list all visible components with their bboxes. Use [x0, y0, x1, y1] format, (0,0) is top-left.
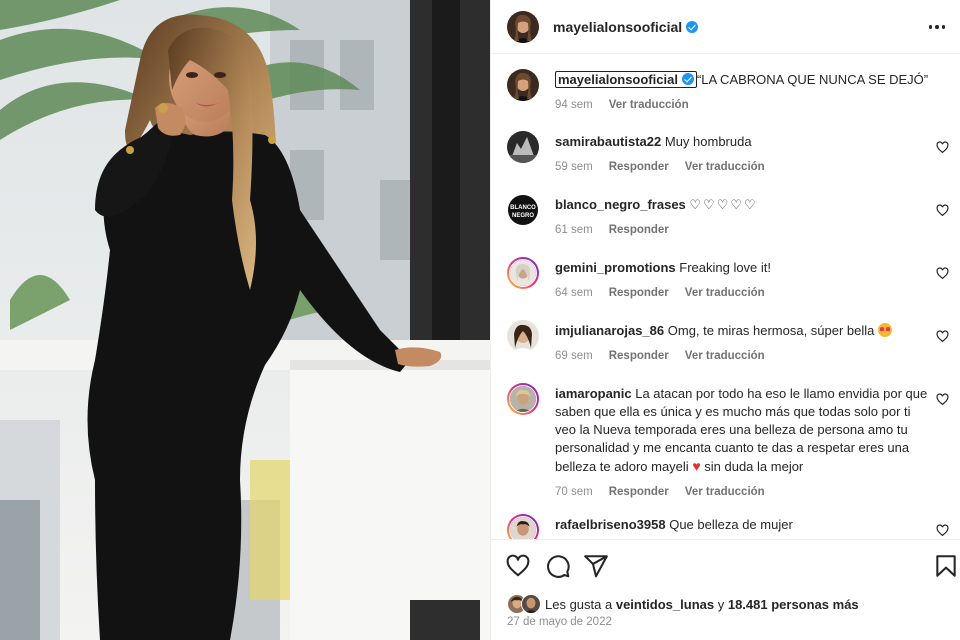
post-header: mayelialonsooficial: [491, 0, 960, 54]
reply-button[interactable]: Responder: [609, 347, 669, 365]
reply-button[interactable]: Responder: [609, 221, 669, 239]
commenter-avatar[interactable]: [507, 257, 539, 289]
comment-time[interactable]: 69 sem: [555, 347, 593, 365]
commenter-avatar[interactable]: [507, 131, 539, 163]
comment-username[interactable]: gemini_promotions: [555, 260, 676, 275]
likes-conj: y: [717, 596, 725, 612]
like-comment-heart-icon[interactable]: [936, 267, 949, 280]
comment-username[interactable]: imjulianarojas_86: [555, 323, 664, 338]
caption-text: “LA CABRONA QUE NUNCA SE DEJÓ”: [696, 72, 929, 87]
caption-time[interactable]: 94 sem: [555, 96, 593, 114]
author-username-text[interactable]: mayelialonsooficial: [553, 19, 682, 35]
translate-link[interactable]: Ver traducción: [685, 284, 765, 302]
avatar-logo-text: NEGRO: [512, 213, 534, 219]
heart-eyes-emoji-icon: [878, 323, 893, 337]
comment-time[interactable]: 64 sem: [555, 284, 593, 302]
commenter-avatar[interactable]: BLANCO NEGRO: [507, 194, 539, 226]
caption-translate-link[interactable]: Ver traducción: [609, 96, 689, 114]
comment-text: Muy hombruda: [664, 134, 752, 149]
comment-time[interactable]: 70 sem: [555, 483, 593, 501]
comment-time[interactable]: 59 sem: [555, 158, 593, 176]
comment-username[interactable]: samirabautista22: [555, 134, 661, 149]
translate-link[interactable]: Ver traducción: [685, 347, 765, 365]
verified-icon: [681, 73, 694, 85]
comment-icon[interactable]: [545, 553, 571, 579]
likes-user[interactable]: veintidos_lunas: [616, 597, 714, 612]
reply-button[interactable]: Responder: [609, 483, 669, 501]
more-options-button[interactable]: [924, 14, 950, 40]
like-comment-heart-icon[interactable]: [936, 393, 949, 406]
likes-prefix: Les gusta a: [545, 596, 613, 612]
commenter-avatar[interactable]: [507, 514, 539, 539]
comment-text-end: sin duda la mejor: [704, 459, 804, 474]
comment-text: Que belleza de mujer: [669, 517, 793, 532]
caption-avatar[interactable]: [507, 69, 539, 101]
liker-avatar[interactable]: [521, 594, 541, 614]
red-heart-emoji-icon: ♥: [692, 458, 701, 474]
comment-username[interactable]: iamaropanic: [555, 386, 632, 401]
author-avatar[interactable]: [507, 10, 539, 43]
translate-link[interactable]: Ver traducción: [685, 158, 765, 176]
post-photo[interactable]: [0, 0, 490, 640]
comment-time[interactable]: 61 sem: [555, 221, 593, 239]
comment-text: Freaking love it!: [679, 260, 772, 275]
comment-username[interactable]: rafaelbriseno3958: [555, 517, 666, 532]
like-comment-heart-icon[interactable]: [936, 141, 949, 154]
author-username[interactable]: mayelialonsooficial: [553, 19, 699, 35]
verified-icon: [686, 20, 699, 33]
avatar-logo-text: BLANCO: [510, 205, 536, 211]
likes-summary[interactable]: Les gusta a veintidos_lunas y 18.481 per…: [507, 594, 859, 614]
post-detail-panel: mayelialonsooficial mayelialonsooficial “…: [490, 0, 960, 640]
like-comment-heart-icon[interactable]: [936, 204, 949, 217]
reply-button[interactable]: Responder: [609, 284, 669, 302]
like-comment-heart-icon[interactable]: [936, 524, 949, 537]
likes-count[interactable]: 18.481 personas más: [728, 597, 859, 612]
caption-meta: 94 sem Ver traducción: [555, 96, 935, 114]
commenter-avatar[interactable]: [507, 383, 539, 415]
comments-list[interactable]: mayelialonsooficial “LA CABRONA QUE NUNCA…: [491, 55, 960, 539]
translate-link[interactable]: Ver traducción: [685, 483, 765, 501]
reply-button[interactable]: Responder: [609, 158, 669, 176]
bookmark-icon[interactable]: [933, 553, 959, 579]
comment-text: ♡♡♡♡♡: [689, 197, 758, 212]
comment-username[interactable]: blanco_negro_frases: [555, 197, 686, 212]
post-date[interactable]: 27 de mayo de 2022: [507, 616, 612, 628]
post-actions: Les gusta a veintidos_lunas y 18.481 per…: [491, 539, 960, 640]
post-image: [0, 0, 490, 640]
liker-avatars: [507, 594, 543, 614]
caption-body: mayelialonsooficial “LA CABRONA QUE NUNCA…: [555, 71, 935, 114]
share-icon[interactable]: [583, 553, 609, 579]
more-icon: [928, 25, 933, 29]
like-comment-heart-icon[interactable]: [936, 330, 949, 343]
comment-text: Omg, te miras hermosa, súper bella: [667, 323, 875, 338]
caption-username[interactable]: mayelialonsooficial: [555, 71, 697, 88]
heart-icon[interactable]: [505, 553, 531, 579]
commenter-avatar[interactable]: [507, 320, 539, 352]
